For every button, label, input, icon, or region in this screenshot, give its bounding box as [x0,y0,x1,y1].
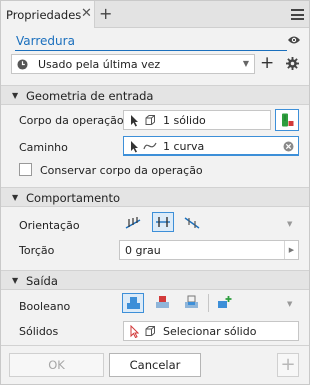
boolean-new-solid-button[interactable] [214,293,236,313]
section-behavior[interactable]: ▼ Comportamento [1,187,309,207]
section-title: Comportamento [26,191,120,205]
boolean-join-button[interactable] [122,293,144,313]
profile-value: 1 sólido [163,114,206,127]
orientation-path-button[interactable] [122,213,144,233]
cursor-arrow-icon [131,141,138,153]
curve-icon [143,142,157,150]
orientation-parallel-button[interactable] [152,212,174,232]
profile-selector[interactable]: 1 sólido [123,110,271,130]
command-title: Varredura [16,34,75,48]
tab-bar: Propriedades ✕ + [1,1,309,28]
chevron-down-icon[interactable]: ▼ [287,220,292,228]
chevron-right-icon[interactable]: ▶ [284,241,298,259]
clear-icon[interactable] [283,141,294,152]
ok-button[interactable]: OK [9,353,104,377]
orientation-guide-button[interactable] [181,213,203,233]
twist-label: Torção [19,244,55,257]
section-output[interactable]: ▼ Saída [1,270,309,290]
menu-icon[interactable] [291,9,304,20]
orientation-path-icon [125,217,141,229]
keep-body-label: Conservar corpo da operação [40,164,203,177]
boolean-join-icon [127,297,140,309]
chevron-down-icon: ▼ [12,91,19,100]
toolbar-separator [208,294,209,312]
add-tab-icon[interactable]: + [99,4,112,23]
properties-panel: Propriedades ✕ + Varredura Usado pela úl… [0,0,310,385]
path-label: Caminho [19,141,68,154]
path-selector[interactable]: 1 curva [123,136,299,156]
section-title: Saída [26,274,58,288]
boolean-cut-icon [156,296,169,308]
cursor-arrow-icon [131,115,138,127]
boolean-cut-button[interactable] [152,293,174,313]
solids-selector[interactable]: Selecionar sólido [123,321,299,341]
orientation-parallel-icon [156,217,170,227]
cursor-arrow-icon [130,325,139,338]
body-pick-button[interactable] [275,109,299,131]
chevron-down-icon[interactable]: ▼ [287,300,292,308]
tab-properties[interactable]: Propriedades ✕ [1,1,95,28]
close-icon[interactable]: ✕ [81,6,92,21]
boolean-intersect-icon [185,295,198,308]
twist-input[interactable]: 0 grau ▶ [119,240,299,260]
solids-value: Selecionar sólido [163,325,257,338]
boolean-label: Booleano [19,300,71,313]
orientation-guide-icon [184,217,200,229]
tab-label: Propriedades [6,8,82,22]
preset-value: Usado pela última vez [38,58,161,71]
section-title: Geometria de entrada [26,89,154,103]
footer-divider [1,345,309,346]
keep-body-checkbox[interactable] [19,163,32,176]
orientation-label: Orientação [19,219,80,232]
visibility-eye-icon[interactable] [287,35,301,45]
add-icon[interactable]: + [277,353,299,377]
new-solid-icon [218,296,232,308]
command-title-underline [15,50,287,51]
pick-body-icon [282,113,294,127]
section-input-geometry[interactable]: ▼ Geometria de entrada [1,85,309,105]
path-value: 1 curva [163,140,205,153]
clock-icon [17,59,28,70]
chevron-down-icon: ▼ [12,276,19,285]
solids-label: Sólidos [19,325,59,338]
solid-body-icon [145,115,155,125]
add-preset-icon[interactable]: + [260,54,274,72]
cancel-button[interactable]: Cancelar [109,353,201,377]
gear-icon[interactable] [286,57,299,70]
preset-dropdown[interactable]: Usado pela última vez ▼ [11,54,255,74]
twist-value: 0 grau [125,244,161,257]
chevron-down-icon: ▼ [242,59,249,68]
boolean-intersect-button[interactable] [181,293,203,313]
chevron-down-icon: ▼ [12,193,19,202]
profile-label: Corpo da operação [19,114,124,127]
solid-body-icon [145,326,155,336]
